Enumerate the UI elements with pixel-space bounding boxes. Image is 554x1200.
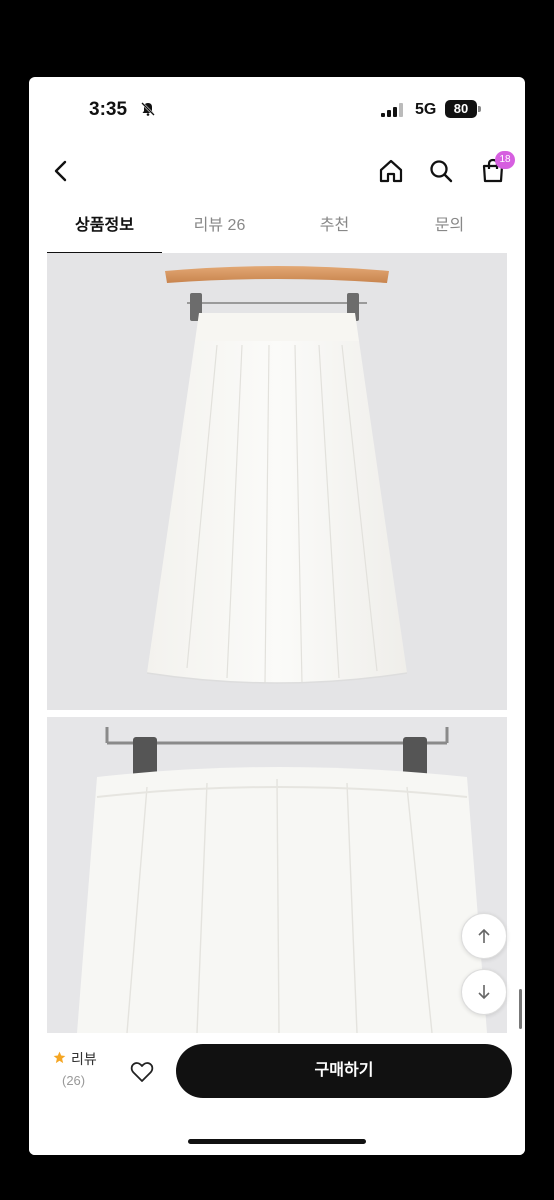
cart-count-badge: 18 (495, 151, 515, 169)
star-icon (53, 1051, 66, 1064)
bell-muted-icon (141, 102, 155, 116)
arrow-down-icon (478, 985, 490, 1000)
network-type: 5G (415, 101, 437, 118)
arrow-up-icon (478, 928, 490, 943)
review-label[interactable]: 리뷰 (71, 1049, 97, 1069)
search-icon[interactable] (427, 157, 455, 185)
skirt-detail-photo (47, 717, 507, 1033)
review-count[interactable]: (26) (62, 1073, 85, 1088)
status-bar: 3:35 5G 80 (29, 77, 525, 139)
heart-icon[interactable] (129, 1059, 155, 1085)
product-image-skirt-detail (47, 717, 507, 1033)
home-indicator[interactable] (188, 1139, 366, 1144)
chevron-left-icon[interactable] (47, 157, 75, 185)
page-scrollbar[interactable] (519, 989, 522, 1029)
battery-tip (478, 106, 481, 112)
tab-reviews[interactable]: 리뷰 26 (162, 205, 277, 253)
status-time: 3:35 (89, 99, 128, 120)
tab-inquiry[interactable]: 문의 (392, 205, 507, 253)
product-tabs: 상품정보 리뷰 26 추천 문의 (47, 205, 507, 254)
skirt-photo (47, 253, 507, 710)
home-icon[interactable] (377, 157, 405, 185)
battery-level: 80 (445, 100, 477, 118)
top-navigation: 18 (29, 149, 525, 195)
scroll-to-top-button[interactable] (461, 913, 507, 959)
app-screen: 3:35 5G 80 18 상품정보 리뷰 26 추천 문의 리뷰 (26) 구… (29, 77, 525, 1155)
tab-product-info[interactable]: 상품정보 (47, 205, 162, 254)
signal-icon (381, 103, 403, 117)
scroll-to-bottom-button[interactable] (461, 969, 507, 1015)
product-image-skirt-full (47, 253, 507, 710)
buy-button[interactable]: 구매하기 (176, 1044, 512, 1098)
tab-recommend[interactable]: 추천 (277, 205, 392, 253)
bottom-action-bar: 리뷰 (26) 구매하기 (29, 1033, 525, 1155)
